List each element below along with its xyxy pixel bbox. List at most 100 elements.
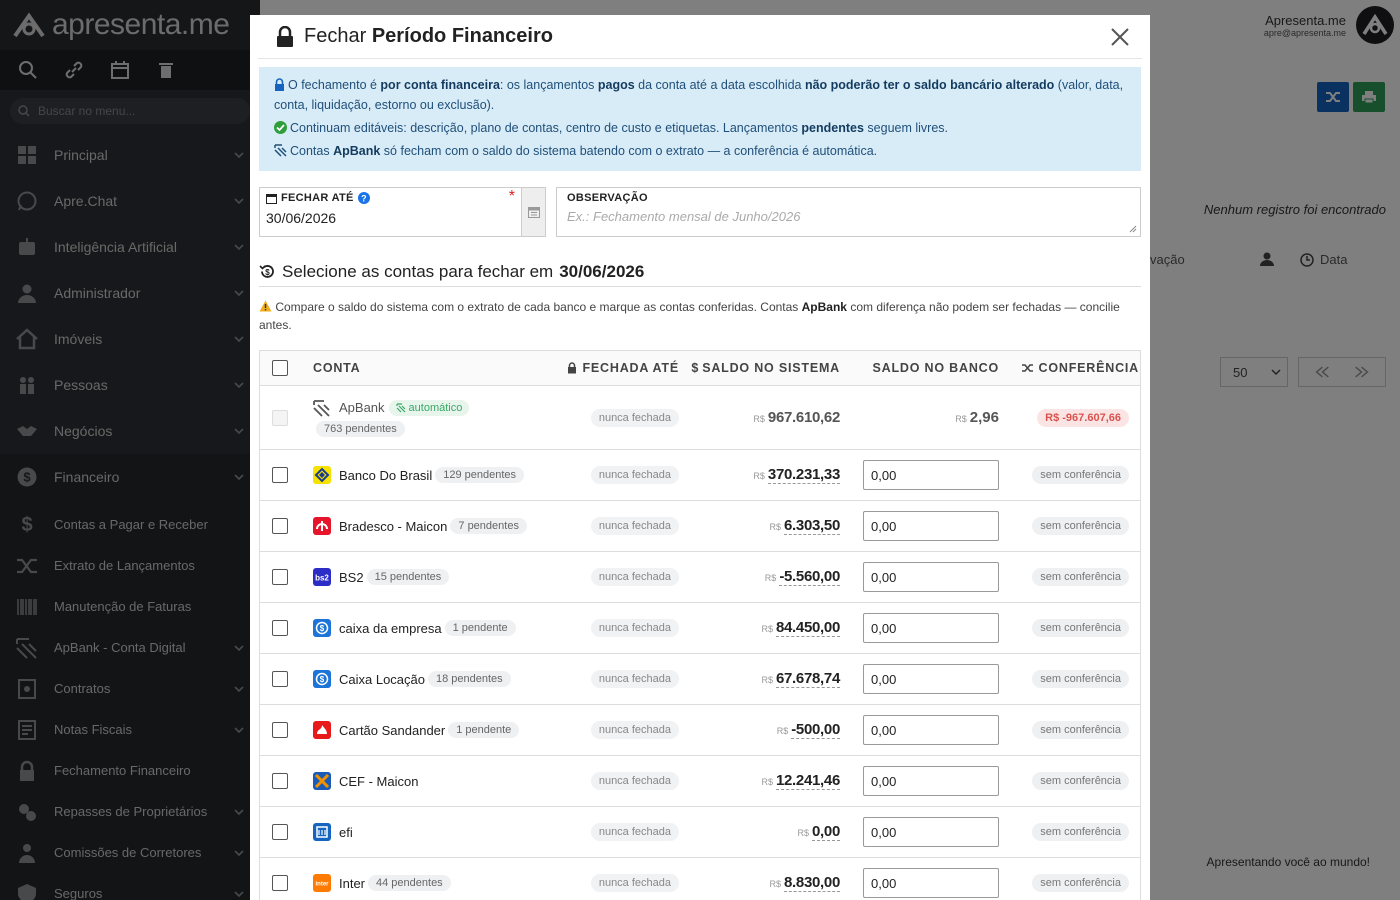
svg-text:inter: inter <box>315 882 329 888</box>
conference-badge: sem conferência <box>1032 619 1129 637</box>
row-checkbox[interactable] <box>272 671 288 687</box>
account-name: Caixa Locação <box>339 671 425 687</box>
account-name: CEF - Maicon <box>339 773 419 789</box>
conference-badge: sem conferência <box>1032 874 1129 892</box>
bank-building-icon-glyph <box>316 826 328 838</box>
system-balance[interactable]: 0,00 <box>812 823 840 841</box>
caixa-icon-glyph: $ <box>315 621 329 635</box>
info-text: Contas <box>290 144 334 158</box>
info-text: da conta até a data escolhida <box>634 78 805 92</box>
conference-badge: sem conferência <box>1032 721 1129 739</box>
history-dollar-icon: $ <box>259 265 274 278</box>
bank-balance-input[interactable] <box>863 511 999 541</box>
pending-badge: 15 pendentes <box>366 569 450 585</box>
pending-badge: 763 pendentes <box>316 420 405 437</box>
info-bold: por conta financeira <box>380 78 500 92</box>
select-all-checkbox[interactable] <box>272 360 288 376</box>
modal-title: Fechar Período Financeiro <box>304 25 1108 48</box>
conference-badge: sem conferência <box>1032 466 1129 484</box>
system-balance[interactable]: 6.303,50 <box>784 517 840 535</box>
bradesco-icon-glyph <box>316 521 328 531</box>
bank-balance-input[interactable] <box>863 817 999 847</box>
bank-balance-input[interactable] <box>863 664 999 694</box>
row-checkbox[interactable] <box>272 467 288 483</box>
calendar-button[interactable] <box>521 188 545 236</box>
header-saldo-label: SALDO NO SISTEMA <box>702 361 840 375</box>
currency-symbol: R$ <box>764 573 777 583</box>
info-bold: pagos <box>597 78 635 92</box>
bradesco-icon <box>313 517 331 535</box>
warning-icon <box>259 300 272 312</box>
bank-balance-input[interactable] <box>863 868 999 898</box>
caixa-icon-glyph: $ <box>315 672 329 686</box>
system-balance: 967.610,62 <box>767 409 840 426</box>
bank-balance-input[interactable] <box>863 460 999 490</box>
currency-symbol: R$ <box>761 624 773 634</box>
closed-until-badge: nunca fechada <box>590 568 679 586</box>
close-button[interactable] <box>1108 25 1132 49</box>
system-balance[interactable]: 84.450,00 <box>775 619 840 637</box>
pending-badge: 1 pendente <box>448 722 520 738</box>
observation-field[interactable]: OBSERVAÇÃO Ex.: Fechamento mensal de Jun… <box>556 187 1141 237</box>
caixa-icon: $ <box>313 670 331 688</box>
header-conf: CONFERÊNCIA <box>999 361 1139 375</box>
account-name: Banco Do Brasil <box>339 467 433 483</box>
info-text: O fechamento é <box>288 78 381 92</box>
closed-until-badge: nunca fechada <box>590 619 679 637</box>
svg-text:$: $ <box>265 268 270 277</box>
row-checkbox[interactable] <box>272 824 288 840</box>
bs2-icon: bs2 <box>313 568 331 586</box>
close-date-value[interactable]: 30/06/2026 <box>266 210 515 226</box>
bank-balance-input[interactable] <box>863 562 999 592</box>
system-balance[interactable]: 67.678,74 <box>775 670 840 688</box>
conference-badge: sem conferência <box>1032 823 1129 841</box>
table-row-bradesco-maicon: Bradesco - Maicon 7 pendentes nunca fech… <box>260 501 1140 552</box>
system-balance[interactable]: 370.231,33 <box>767 466 840 484</box>
close-icon <box>1111 27 1129 46</box>
info-line-1: O fechamento é por conta financeira: os … <box>274 75 1127 115</box>
warning-text-part: Compare o saldo do sistema com o extrato… <box>275 300 802 314</box>
row-checkbox[interactable] <box>272 569 288 585</box>
observation-label: OBSERVAÇÃO <box>567 192 648 204</box>
row-checkbox[interactable] <box>272 620 288 636</box>
inter-icon-glyph: inter <box>315 882 329 888</box>
cef-icon-glyph <box>314 773 330 789</box>
currency-symbol: R$ <box>753 414 765 424</box>
help-icon[interactable]: ? <box>357 192 370 204</box>
row-checkbox[interactable] <box>272 773 288 789</box>
calendar-icon <box>527 207 540 218</box>
modal-header: Fechar Período Financeiro <box>258 15 1142 59</box>
info-text: Continuam editáveis: descrição, plano de… <box>290 121 802 135</box>
conference-badge: sem conferência <box>1032 670 1129 688</box>
table-header: CONTA FECHADA ATÉ $ SALDO NO SISTEMA SAL… <box>260 351 1140 386</box>
info-bold: pendentes <box>801 121 864 135</box>
bank-balance-input[interactable] <box>863 613 999 643</box>
bank-balance-input[interactable] <box>863 766 999 796</box>
header-fechada: FECHADA ATÉ <box>551 361 689 375</box>
modal-title-bold: Período Financeiro <box>371 25 553 47</box>
close-date-field[interactable]: FECHAR ATÉ ? * 30/06/2026 <box>259 187 546 237</box>
pending-badge: 7 pendentes <box>450 518 527 534</box>
info-bold: não poderão ter o saldo bancário alterad… <box>804 78 1055 92</box>
row-checkbox[interactable] <box>272 518 288 534</box>
resize-handle-icon[interactable] <box>1129 225 1137 233</box>
bank-balance: 2,96 <box>969 409 999 426</box>
currency-symbol: R$ <box>761 675 773 685</box>
conference-badge: sem conferência <box>1032 568 1129 586</box>
account-name: ApBank <box>339 400 385 415</box>
system-balance[interactable]: 12.241,46 <box>775 772 840 790</box>
closed-until-badge: nunca fechada <box>590 517 679 535</box>
row-checkbox[interactable] <box>272 875 288 891</box>
row-checkbox[interactable] <box>272 722 288 738</box>
inter-icon: inter <box>313 874 331 892</box>
svg-text:$: $ <box>320 675 325 684</box>
table-row-apbank: ApBank automático 763 pendentes nunca fe… <box>260 386 1140 450</box>
closed-until-badge: nunca fechada <box>590 772 679 790</box>
close-period-modal: Fechar Período Financeiro O fechamento é… <box>250 15 1150 900</box>
system-balance[interactable]: 8.830,00 <box>784 874 840 892</box>
table-row-cart-o-sandander: Cartão Sandander 1 pendente nunca fechad… <box>260 705 1140 756</box>
bank-balance-input[interactable] <box>863 715 999 745</box>
table-row-caixa-da-empresa: $ caixa da empresa 1 pendente nunca fech… <box>260 603 1140 654</box>
system-balance[interactable]: -5.560,00 <box>779 568 840 586</box>
system-balance[interactable]: -500,00 <box>791 721 840 739</box>
